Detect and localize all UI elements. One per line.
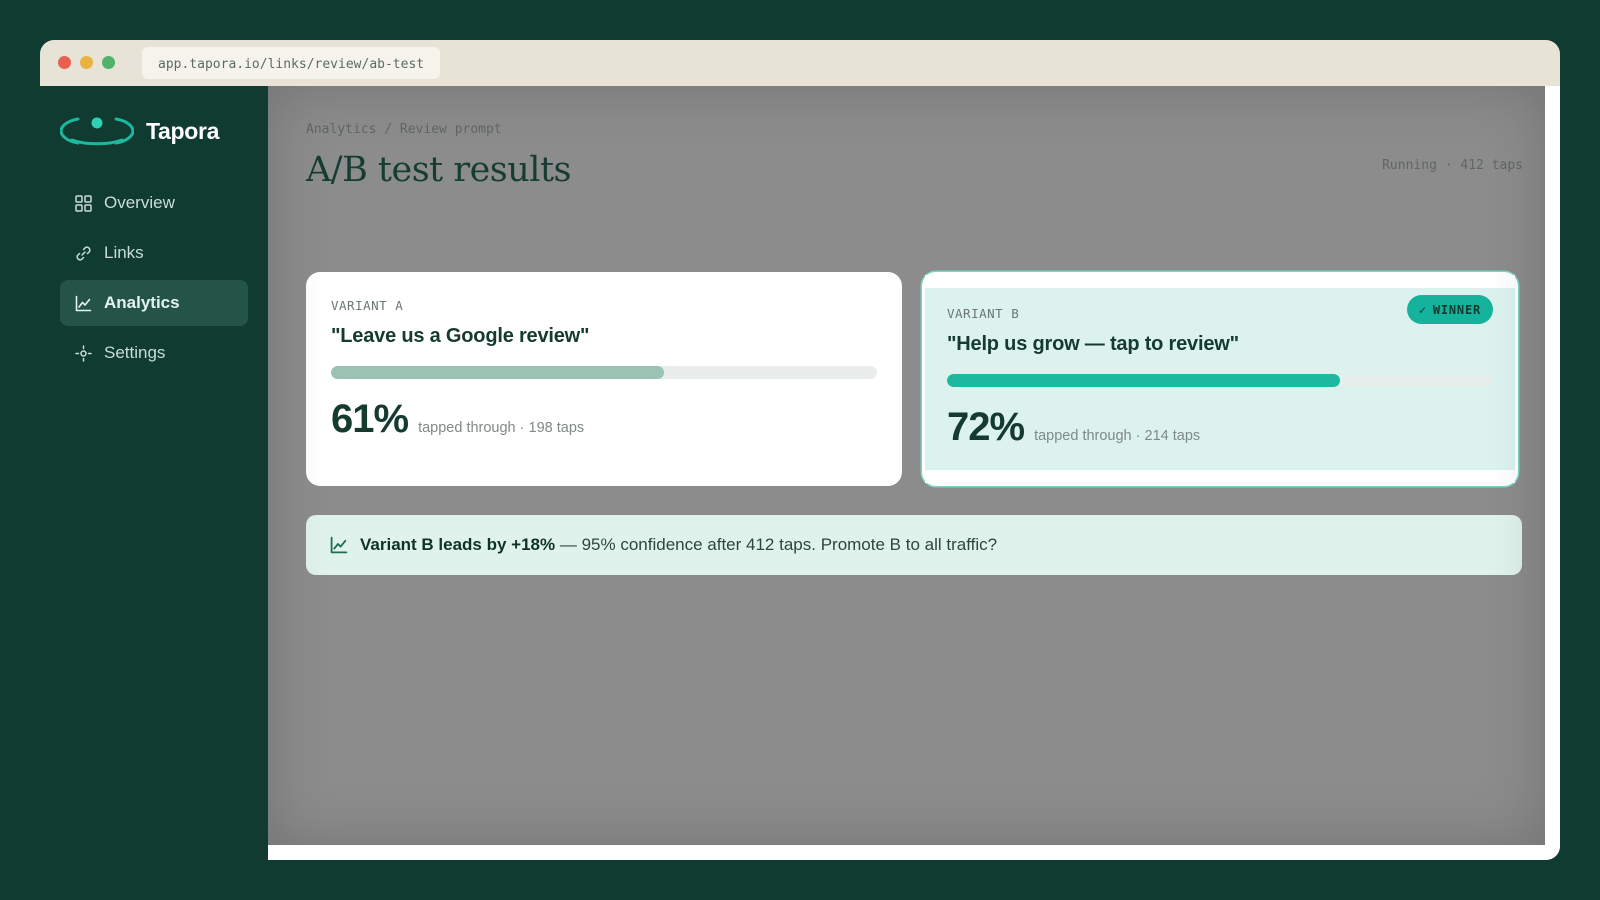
- gear-icon: [74, 344, 92, 362]
- metric-detail: tapped through · 198 taps: [418, 420, 585, 436]
- minimize-window-button[interactable]: [80, 56, 93, 69]
- grid-icon: [74, 194, 92, 212]
- sidebar-item-overview[interactable]: Overview: [60, 180, 248, 226]
- maximize-window-button[interactable]: [102, 56, 115, 69]
- sidebar-item-links[interactable]: Links: [60, 230, 248, 276]
- page-title: A/B test results: [306, 150, 572, 190]
- progress-track: [947, 374, 1493, 387]
- result-banner[interactable]: Variant B leads by +18% — 95% confidence…: [306, 515, 1522, 575]
- sidebar-item-label: Overview: [104, 193, 175, 212]
- brand-logo[interactable]: Tapora: [60, 114, 219, 148]
- metric-detail: tapped through · 214 taps: [1034, 428, 1201, 444]
- sidebar-item-label: Settings: [104, 343, 166, 362]
- test-status: Running · 412 taps: [1382, 158, 1523, 173]
- breadcrumb[interactable]: Analytics / Review prompt: [306, 122, 502, 137]
- browser-titlebar: app.tapora.io/links/review/ab-test: [40, 40, 1560, 86]
- close-window-button[interactable]: [58, 56, 71, 69]
- link-icon: [74, 244, 92, 262]
- check-icon: ✓: [1418, 302, 1427, 317]
- sidebar-item-label: Analytics: [104, 293, 180, 312]
- variant-metric: 72% tapped through · 214 taps: [947, 405, 1493, 450]
- banner-text: — 95% confidence after 412 taps. Promote…: [555, 535, 998, 554]
- tapora-logo-icon: [60, 117, 134, 146]
- banner-headline: Variant B leads by +18%: [360, 535, 556, 554]
- winner-label: WINNER: [1432, 302, 1481, 317]
- browser-window: app.tapora.io/links/review/ab-test Tapor…: [40, 40, 1560, 860]
- variant-quote: "Help us grow — tap to review": [947, 333, 1239, 355]
- sidebar-item-analytics[interactable]: Analytics: [60, 280, 248, 326]
- progress-fill: [331, 366, 665, 379]
- variant-label: VARIANT A: [331, 298, 404, 313]
- brand-name: Tapora: [146, 117, 220, 144]
- chart-line-icon: [74, 294, 92, 312]
- progress-fill: [947, 374, 1341, 387]
- chart-line-icon: [330, 536, 348, 554]
- metric-value: 72%: [947, 405, 1025, 449]
- window-edge-bottom: [268, 845, 1560, 860]
- sidebar-item-label: Links: [104, 243, 144, 262]
- variant-quote: "Leave us a Google review": [331, 325, 590, 347]
- address-bar[interactable]: app.tapora.io/links/review/ab-test: [142, 47, 441, 79]
- sidebar: Tapora Overview Links Analytics Settings: [40, 86, 268, 860]
- progress-track: [331, 366, 877, 379]
- main-content: Analytics / Review prompt A/B test resul…: [268, 86, 1545, 845]
- sidebar-nav: Overview Links Analytics Settings: [60, 180, 248, 380]
- variant-b-card[interactable]: ✓ WINNER VARIANT B "Help us grow — tap t…: [922, 272, 1518, 486]
- window-edge-right: [1545, 86, 1560, 860]
- metric-value: 61%: [331, 397, 409, 441]
- winner-badge: ✓ WINNER: [1406, 295, 1493, 324]
- variant-metric: 61% tapped through · 198 taps: [331, 397, 877, 442]
- variant-a-card[interactable]: VARIANT A "Leave us a Google review" 61%…: [306, 272, 902, 486]
- sidebar-item-settings[interactable]: Settings: [60, 330, 248, 376]
